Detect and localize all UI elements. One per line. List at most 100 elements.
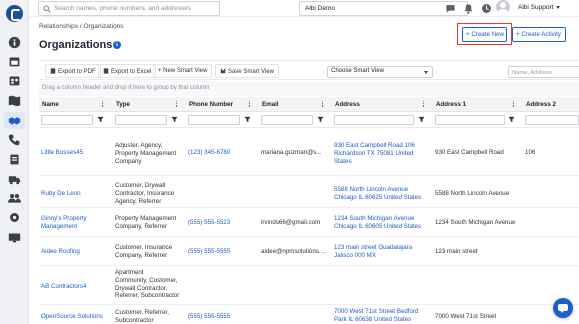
org-address-link[interactable]: 7000 West 71st Street Bedford Park IL 60… — [334, 308, 419, 324]
column-header-phone[interactable]: Phone Number — [189, 101, 233, 108]
bell-icon[interactable] — [463, 3, 474, 14]
org-address-2: 106 — [525, 149, 536, 156]
create-new-button[interactable]: + Create New — [462, 27, 507, 42]
user-menu[interactable]: Albi Support — [518, 4, 561, 11]
org-address-link[interactable]: 1234 South Michigan Avenue Chicago IL 60… — [334, 215, 421, 231]
column-menu-icon[interactable] — [101, 100, 104, 108]
column-menu-icon[interactable] — [422, 100, 425, 108]
column-header-address-2[interactable]: Address 2 — [526, 101, 556, 108]
filter-input-address-2[interactable] — [525, 115, 579, 125]
filter-icon[interactable] — [244, 116, 251, 123]
table-row[interactable]: AB Contractors4 Apartment Community, Cus… — [39, 266, 579, 305]
table-row[interactable]: Little Bosses45 Adjuster, Agency, Proper… — [39, 128, 579, 176]
org-address-1: 930 East Campbell Road — [435, 149, 504, 156]
sidebar-item-relationships[interactable] — [4, 112, 25, 129]
org-email: aidee@npmsolutions.... — [261, 248, 326, 255]
save-icon — [220, 68, 226, 74]
org-address-link[interactable]: 5588 North Lincoln Avenue Chicago IL 606… — [334, 186, 421, 202]
truck-icon[interactable] — [8, 173, 21, 186]
org-name-link[interactable]: AB Contractors4 — [41, 283, 86, 291]
org-name-link[interactable]: Ruby De Leon — [41, 190, 81, 198]
global-search[interactable] — [38, 1, 220, 16]
filter-input-name[interactable] — [41, 115, 93, 125]
phone-icon[interactable] — [8, 133, 21, 146]
filter-input-address-1[interactable] — [435, 115, 505, 125]
info-icon[interactable]: i — [113, 41, 121, 49]
save-smart-view-button[interactable]: Save Smart View — [215, 64, 279, 78]
column-menu-icon[interactable] — [321, 100, 324, 108]
monitor-icon[interactable] — [8, 231, 21, 244]
column-header-type[interactable]: Type — [116, 101, 130, 108]
org-address-link[interactable]: 123 main street Guadalajara Jalisco 000 … — [334, 244, 412, 260]
table-row[interactable]: Ruby De Leon Customer, Drywall Contracto… — [39, 176, 579, 208]
org-type: Customer, Referrer, Subcontractor — [115, 309, 169, 324]
filter-icon[interactable] — [97, 116, 104, 123]
users-icon[interactable] — [8, 192, 21, 205]
filter-row — [39, 112, 579, 128]
smart-view-value: Choose Smart View — [331, 68, 384, 74]
org-address-1: 5588 North Lincoln Avenue — [435, 190, 510, 197]
chat-bubble-icon[interactable] — [445, 3, 456, 14]
sidebar-nav — [0, 0, 29, 324]
filter-input-email[interactable] — [261, 115, 313, 125]
org-phone-link[interactable]: (555) 555-5555 — [188, 313, 230, 321]
column-header-address-1[interactable]: Address 1 — [436, 101, 466, 108]
org-phone-link[interactable]: (555) 555-5555 — [188, 248, 230, 256]
breadcrumb: Relationships / Organizations — [39, 23, 124, 30]
filter-input-phone[interactable] — [188, 115, 240, 125]
filter-icon[interactable] — [171, 116, 178, 123]
table-row[interactable]: Ginny's Property Management Property Man… — [39, 208, 579, 237]
column-header-name[interactable]: Name — [42, 101, 59, 108]
support-chat-button[interactable] — [553, 298, 573, 318]
export-pdf-button[interactable]: Export to PDF — [45, 64, 101, 78]
org-address-1: 1234 South Michigan Avenue — [435, 219, 516, 226]
avatar[interactable] — [496, 0, 510, 14]
clock-icon[interactable] — [481, 3, 492, 14]
info-circle-icon[interactable] — [8, 36, 21, 49]
gear-icon[interactable] — [8, 211, 21, 224]
new-smart-view-button[interactable]: + New Smart View — [153, 64, 213, 78]
group-by-hint: Drag a column header and drop it here to… — [39, 81, 579, 96]
handshake-icon — [8, 117, 21, 125]
org-name-link[interactable]: Little Bosses45 — [41, 149, 83, 157]
filter-icon[interactable] — [418, 116, 425, 123]
org-type: Customer, Drywall Contractor, Insurance … — [115, 182, 175, 205]
excel-icon — [103, 68, 109, 74]
export-excel-button[interactable]: Export to Excel — [98, 64, 157, 78]
column-header-address[interactable]: Address — [335, 101, 360, 108]
map-icon[interactable] — [8, 94, 21, 107]
create-activity-button[interactable]: + Create Activity — [512, 27, 566, 42]
org-phone-link[interactable]: (123) 345-6780 — [188, 149, 230, 157]
search-icon — [43, 5, 51, 13]
grid-search-input[interactable] — [512, 68, 579, 77]
column-header-email[interactable]: Email — [262, 101, 279, 108]
calendar-grid-icon[interactable] — [8, 74, 21, 87]
filter-icon[interactable] — [317, 116, 324, 123]
table-row[interactable]: Aidee Roofing Customer, Insurance Compan… — [39, 237, 579, 266]
search-input[interactable] — [54, 3, 214, 14]
save-smart-view-label: Save Smart View — [228, 69, 274, 75]
org-phone-link[interactable]: (555) 555-5523 — [188, 219, 230, 227]
company-selector[interactable]: Albi Demo — [299, 1, 468, 16]
org-name-link[interactable]: OpenSource Solutions — [41, 313, 103, 321]
document-icon[interactable] — [8, 153, 21, 166]
grid-search[interactable] — [508, 66, 579, 78]
page-title: Organizations — [39, 39, 113, 51]
grid-header: Name Type Phone Number Email Address Add… — [39, 97, 579, 112]
filter-input-address[interactable] — [334, 115, 414, 125]
filter-input-type[interactable] — [115, 115, 167, 125]
org-address-link[interactable]: 930 East Campbell Road 106 Richardson TX… — [334, 142, 415, 165]
org-name-link[interactable]: Ginny's Property Management — [41, 215, 87, 231]
app-logo[interactable] — [6, 5, 23, 22]
column-menu-icon[interactable] — [248, 100, 251, 108]
smart-view-select[interactable]: Choose Smart View — [327, 66, 433, 78]
org-name-link[interactable]: Aidee Roofing — [41, 248, 80, 256]
column-menu-icon[interactable] — [512, 100, 515, 108]
org-address-1: 7000 West 71st Street — [435, 313, 497, 320]
calendar-icon[interactable] — [8, 55, 21, 68]
table-row[interactable]: OpenSource Solutions Customer, Referrer,… — [39, 305, 579, 324]
column-menu-icon[interactable] — [175, 100, 178, 108]
filter-icon[interactable] — [508, 116, 515, 123]
org-email: mariana.guzman@s... — [261, 149, 322, 156]
org-type: Apartment Community, Customer, Drywall C… — [115, 269, 180, 300]
